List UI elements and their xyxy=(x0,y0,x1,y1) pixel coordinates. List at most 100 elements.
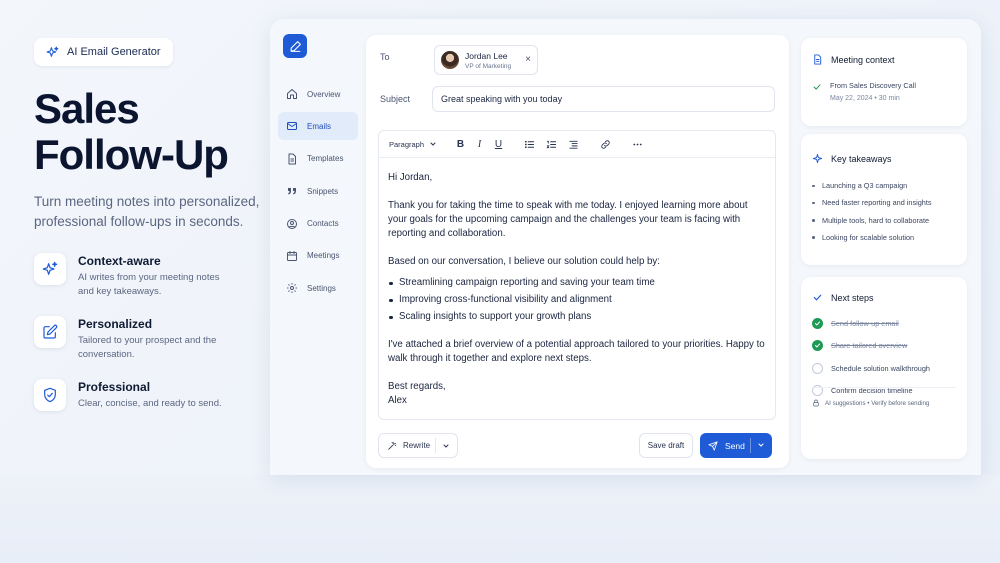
document-icon xyxy=(288,153,296,165)
home-icon xyxy=(287,89,297,99)
avatar xyxy=(441,51,459,69)
send-button[interactable]: Send xyxy=(700,433,772,458)
link-icon xyxy=(600,139,610,149)
next-step-item[interactable]: Schedule solution walkthrough xyxy=(812,362,930,374)
checkbox-checked[interactable] xyxy=(812,318,823,329)
bullet-list-icon xyxy=(524,140,534,148)
sidebar-item-snippets[interactable]: Snippets xyxy=(278,177,358,205)
email-body[interactable]: Hi Jordan, Thank you for taking the time… xyxy=(379,158,775,408)
sidebar-item-settings[interactable]: Settings xyxy=(278,274,358,302)
email-paragraph: Thank you for taking the time to speak w… xyxy=(388,200,748,240)
background-floor xyxy=(0,475,1000,563)
send-icon xyxy=(708,440,718,451)
insert-link-button[interactable] xyxy=(594,131,616,158)
next-steps-list: Send follow-up email Share tailored over… xyxy=(812,318,930,408)
to-label: To xyxy=(380,52,390,62)
sidebar-item-meetings[interactable]: Meetings xyxy=(278,242,358,270)
email-bullet-list: Streamlining campaign reporting and savi… xyxy=(388,276,766,324)
recipient-role: VP of Marketing xyxy=(465,62,512,70)
app-window: Overview Emails Templates Snippets Conta… xyxy=(270,19,981,475)
save-draft-button[interactable]: Save draft xyxy=(639,433,693,458)
feature-item: Context-aware AI writes from your meetin… xyxy=(34,253,264,299)
recipient-chip[interactable]: Jordan Lee VP of Marketing × xyxy=(434,45,538,75)
bold-button[interactable]: B xyxy=(451,131,470,158)
recipient-name: Jordan Lee xyxy=(465,50,508,61)
remove-recipient-button[interactable]: × xyxy=(525,54,531,65)
feature-description: Clear, concise, and ready to send. xyxy=(78,398,222,409)
page-title: Sales Follow-Up xyxy=(34,85,229,178)
feature-description: AI writes from your meeting notes and ke… xyxy=(78,272,220,297)
formatting-toolbar: Paragraph B I U xyxy=(379,131,775,158)
badge-label: AI Email Generator xyxy=(67,46,161,58)
checkbox-unchecked[interactable] xyxy=(812,362,823,374)
feature-item: Personalized Tailored to your prospect a… xyxy=(34,316,264,362)
sidebar-item-templates[interactable]: Templates xyxy=(278,145,358,173)
feature-list: Context-aware AI writes from your meetin… xyxy=(34,253,264,411)
numbered-list-button[interactable] xyxy=(540,131,562,158)
feature-description: Tailored to your prospect and the conver… xyxy=(78,335,217,360)
subject-label: Subject xyxy=(380,94,411,104)
sidebar-item-emails[interactable]: Emails xyxy=(278,112,358,141)
more-options-button[interactable] xyxy=(626,131,648,158)
check-icon xyxy=(813,84,821,90)
align-button[interactable] xyxy=(562,131,584,158)
email-paragraph: Based on our conversation, I believe our… xyxy=(388,256,660,268)
more-icon xyxy=(632,143,642,145)
lock-icon xyxy=(813,399,819,407)
rewrite-options-dropdown[interactable] xyxy=(442,442,450,452)
rewrite-button[interactable]: Rewrite xyxy=(378,433,458,458)
bullet-list-button[interactable] xyxy=(518,131,540,158)
check-icon xyxy=(814,343,821,348)
user-circle-icon xyxy=(287,218,297,229)
meeting-meta: May 22, 2024 • 30 min xyxy=(830,95,900,102)
edit-icon xyxy=(43,324,58,339)
next-steps-card: Next steps Send follow-up email Share ta… xyxy=(801,277,967,459)
mail-icon xyxy=(287,122,297,131)
feature-title: Personalized xyxy=(78,317,153,331)
paragraph-style-dropdown[interactable]: Paragraph xyxy=(389,131,437,158)
chevron-down-icon xyxy=(430,142,436,146)
quote-icon xyxy=(288,188,296,195)
app-logo[interactable] xyxy=(283,34,307,58)
pen-icon xyxy=(290,40,301,52)
magic-wand-icon xyxy=(388,441,397,450)
key-takeaways-card: Key takeaways Launching a Q3 campaign Ne… xyxy=(801,134,967,265)
italic-button[interactable]: I xyxy=(470,131,489,158)
list-item: Launching a Q3 campaign xyxy=(812,181,932,190)
ai-disclaimer: AI suggestions • Verify before sending xyxy=(812,399,929,407)
send-options-dropdown[interactable] xyxy=(757,441,765,451)
calendar-icon xyxy=(287,250,297,261)
chevron-down-icon xyxy=(758,443,764,447)
product-badge: AI Email Generator xyxy=(34,38,173,66)
list-item: Multiple tools, hard to collaborate xyxy=(812,216,932,225)
email-editor[interactable]: Paragraph B I U Hi Jordan, Thank you for… xyxy=(378,130,776,420)
sparkle-icon xyxy=(812,153,823,164)
gear-icon xyxy=(287,283,297,294)
email-greeting: Hi Jordan, xyxy=(388,172,433,183)
card-title: Meeting context xyxy=(831,54,895,65)
next-step-item[interactable]: Share tailored overview xyxy=(812,340,930,352)
card-title: Next steps xyxy=(831,292,874,303)
underline-button[interactable]: U xyxy=(489,131,508,158)
sidebar-item-contacts[interactable]: Contacts xyxy=(278,210,358,238)
checkbox-checked[interactable] xyxy=(812,340,823,352)
next-step-item[interactable]: Send follow-up email xyxy=(812,318,930,329)
feature-title: Professional xyxy=(78,380,151,394)
numbered-list-icon xyxy=(545,140,556,148)
hero-subtitle: Turn meeting notes into personalized, pr… xyxy=(34,194,260,229)
divider xyxy=(812,387,956,388)
list-item: Improving cross-functional visibility an… xyxy=(388,293,766,307)
list-item: Need faster reporting and insights xyxy=(812,198,932,207)
sidebar-item-overview[interactable]: Overview xyxy=(278,80,358,108)
takeaways-list: Launching a Q3 campaign Need faster repo… xyxy=(812,181,932,250)
email-signature: Alex xyxy=(388,395,407,407)
check-icon xyxy=(813,294,822,301)
sparkle-icon xyxy=(42,261,58,275)
email-signoff: Best regards, xyxy=(388,380,446,392)
meeting-source: From Sales Discovery Call xyxy=(830,81,916,90)
subject-input[interactable]: Great speaking with you today xyxy=(432,86,775,112)
list-item: Streamlining campaign reporting and savi… xyxy=(388,276,766,290)
chevron-down-icon xyxy=(443,444,449,448)
list-item: Looking for scalable solution xyxy=(812,233,932,242)
hero-section: AI Email Generator Sales Follow-Up Turn … xyxy=(34,38,264,428)
